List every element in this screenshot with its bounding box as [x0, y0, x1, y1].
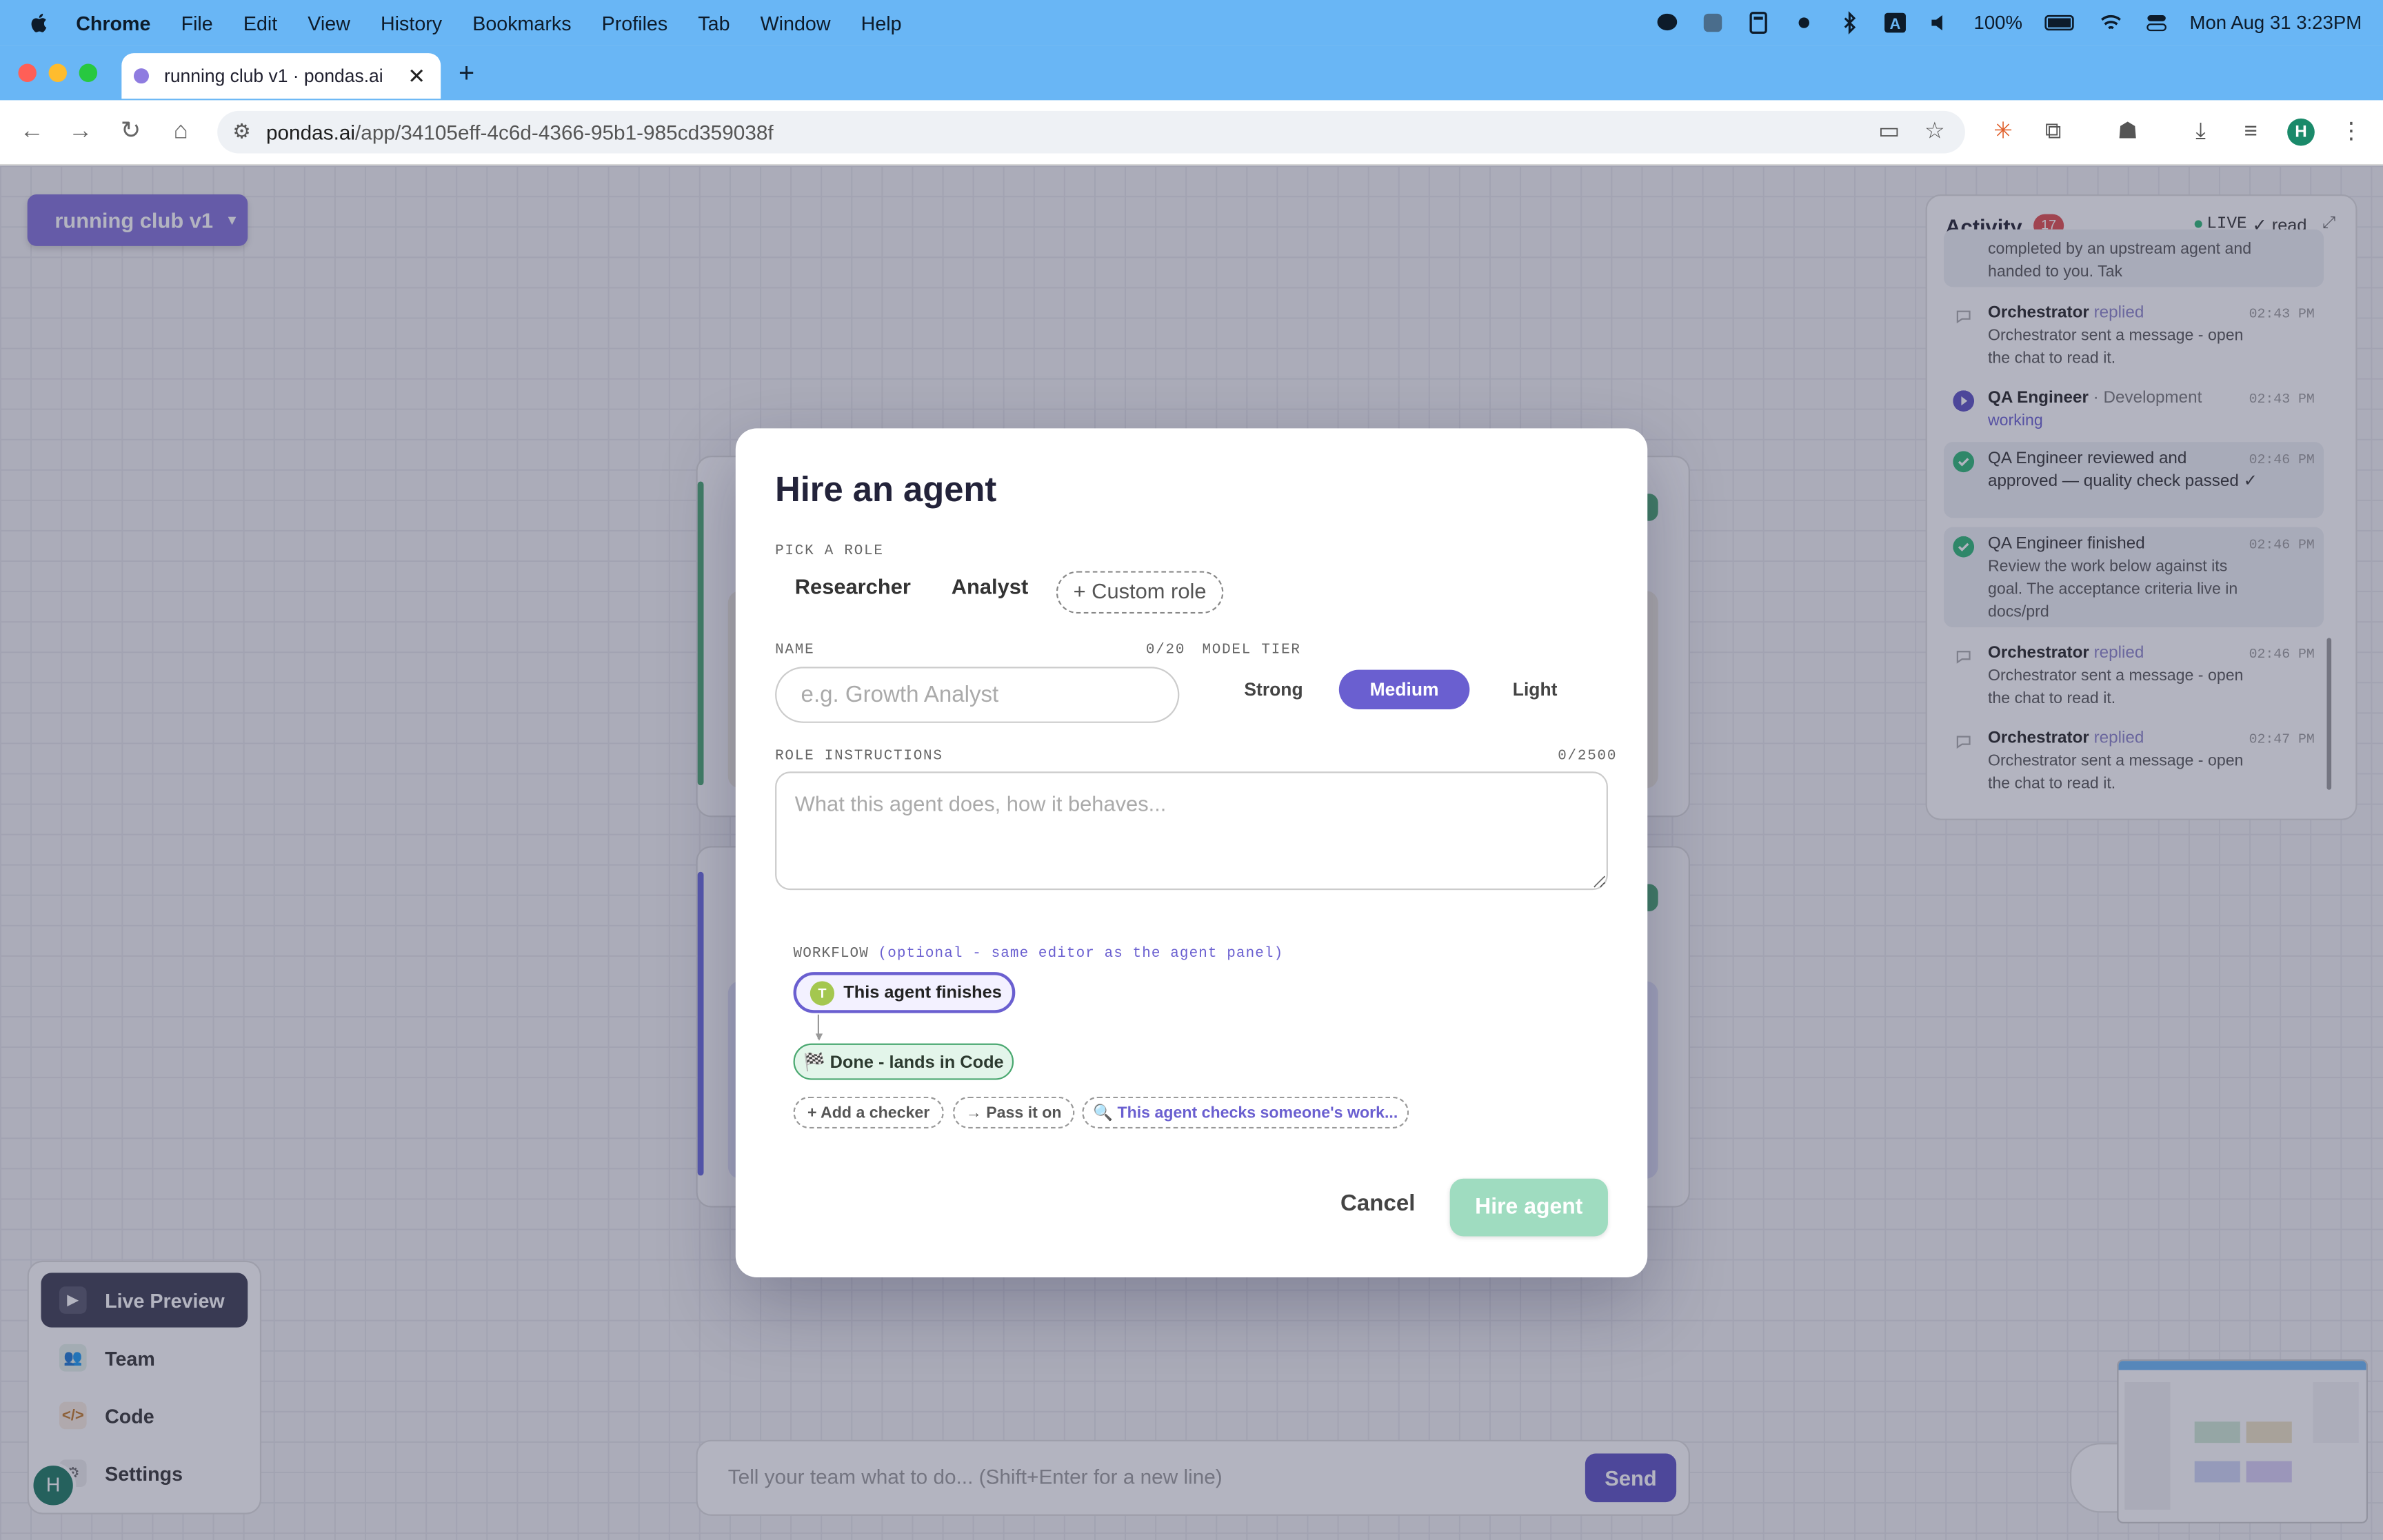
install-app-icon[interactable]: ▭ [1876, 119, 1903, 146]
add-checker-button[interactable]: + Add a checker [793, 1096, 944, 1129]
calculator-icon[interactable] [1746, 10, 1770, 34]
hire-agent-dialog: Hire an agent PICK A ROLE Researcher Ana… [735, 428, 1648, 1277]
role-instructions-label: ROLE INSTRUCTIONS [775, 747, 943, 764]
download-icon[interactable]: ⤓ [2187, 119, 2215, 146]
bookmark-star-icon[interactable]: ☆ [1921, 119, 1949, 146]
instructions-char-count: 0/2500 [1558, 747, 1618, 764]
claude-extension-icon[interactable]: ✳ [1989, 119, 2017, 146]
custom-role-button[interactable]: + Custom role [1056, 571, 1224, 614]
menu-file[interactable]: File [181, 12, 213, 34]
name-char-count: 0/20 [1145, 640, 1186, 658]
workflow-done-node[interactable]: 🏁 Done - lands in Code [793, 1043, 1014, 1080]
messages-icon[interactable] [1655, 10, 1679, 34]
pick-role-label: PICK A ROLE [775, 542, 884, 559]
bluetooth-icon[interactable] [1837, 10, 1861, 34]
url-host: pondas.ai [265, 121, 356, 144]
workflow-start-label: This agent finishes [843, 983, 1002, 1002]
window-minimize-button[interactable] [48, 63, 67, 82]
checks-someones-work-button[interactable]: 🔍 This agent checks someone's work... [1082, 1096, 1409, 1129]
arrow-down-icon: ▼ [813, 1029, 825, 1044]
extensions-icon[interactable]: ⧉ [2040, 119, 2067, 146]
input-source-icon[interactable]: A [1882, 10, 1907, 34]
svg-text:A: A [1889, 15, 1900, 32]
menu-view[interactable]: View [308, 12, 350, 34]
home-icon[interactable]: ⌂ [167, 119, 194, 146]
tab-title: running club v1 · pondas.ai [164, 65, 383, 87]
menu-history[interactable]: History [381, 12, 442, 34]
role-option-analyst[interactable]: Analyst [952, 574, 1028, 598]
menubar-status-area: A 100% Mon Aug 31 3:23PM [1655, 0, 2362, 45]
tier-option-light[interactable]: Light [1483, 670, 1587, 709]
menu-window[interactable]: Window [761, 12, 831, 34]
keyboard-k-icon[interactable] [1700, 10, 1725, 34]
incognito-icon[interactable]: ☗ [2114, 119, 2142, 146]
dialog-title: Hire an agent [775, 469, 997, 509]
cancel-button[interactable]: Cancel [1340, 1191, 1415, 1216]
volume-icon[interactable] [1928, 10, 1952, 34]
workflow-label: WORKFLOW (optional - same editor as the … [793, 944, 1284, 962]
control-center-icon[interactable] [2144, 10, 2168, 34]
menu-tab[interactable]: Tab [698, 12, 730, 34]
window-close-button[interactable] [18, 63, 37, 82]
new-tab-button[interactable]: + [450, 58, 483, 91]
screen: Chrome File Edit View History Bookmarks … [0, 0, 2383, 1540]
media-control-icon[interactable]: ≡ [2237, 119, 2264, 146]
brightness-icon[interactable] [1791, 10, 1816, 34]
menu-app-chrome[interactable]: Chrome [76, 12, 150, 34]
reload-icon[interactable]: ↻ [117, 119, 145, 146]
name-label: NAME [775, 640, 815, 658]
tier-option-strong[interactable]: Strong [1222, 670, 1325, 709]
agent-initial-avatar: T [810, 980, 835, 1005]
tab-close-icon[interactable]: ✕ [408, 63, 425, 88]
macos-menubar: Chrome File Edit View History Bookmarks … [0, 0, 2383, 46]
favicon [133, 68, 150, 84]
workflow-start-node[interactable]: T This agent finishes [793, 972, 1016, 1013]
clock[interactable]: Mon Aug 31 3:23PM [2189, 12, 2362, 34]
site-info-icon[interactable]: ⚙ [232, 120, 251, 144]
address-bar[interactable]: ⚙ pondas.ai/app/34105eff-4c6d-4366-95b1-… [217, 110, 1965, 154]
role-option-researcher[interactable]: Researcher [795, 574, 911, 598]
apple-icon[interactable] [28, 10, 52, 34]
menu-bookmarks[interactable]: Bookmarks [472, 12, 571, 34]
menu-help[interactable]: Help [861, 12, 902, 34]
back-icon[interactable]: ← [18, 119, 46, 146]
battery-icon[interactable] [2044, 10, 2077, 34]
window-zoom-button[interactable] [79, 63, 98, 82]
menu-edit[interactable]: Edit [243, 12, 277, 34]
model-tier-label: MODEL TIER [1202, 640, 1301, 658]
agent-name-input[interactable] [775, 667, 1180, 723]
forward-icon[interactable]: → [67, 119, 94, 146]
role-instructions-input[interactable] [775, 771, 1608, 891]
profile-avatar[interactable]: H [2287, 118, 2315, 146]
battery-percent: 100% [1973, 12, 2023, 34]
kebab-menu-icon[interactable]: ⋮ [2337, 119, 2365, 146]
browser-tab-active[interactable]: running club v1 · pondas.ai ✕ [121, 53, 441, 99]
wifi-icon[interactable] [2098, 10, 2122, 34]
tier-option-medium[interactable]: Medium [1338, 669, 1470, 709]
workflow-optional-note: (optional - same editor as the agent pan… [878, 944, 1284, 962]
pass-it-on-button[interactable]: → Pass it on [952, 1096, 1075, 1129]
url-path: /app/34105eff-4c6d-4366-95b1-985cd359038… [355, 121, 774, 144]
menu-profiles[interactable]: Profiles [602, 12, 668, 34]
hire-agent-button[interactable]: Hire agent [1449, 1178, 1608, 1237]
